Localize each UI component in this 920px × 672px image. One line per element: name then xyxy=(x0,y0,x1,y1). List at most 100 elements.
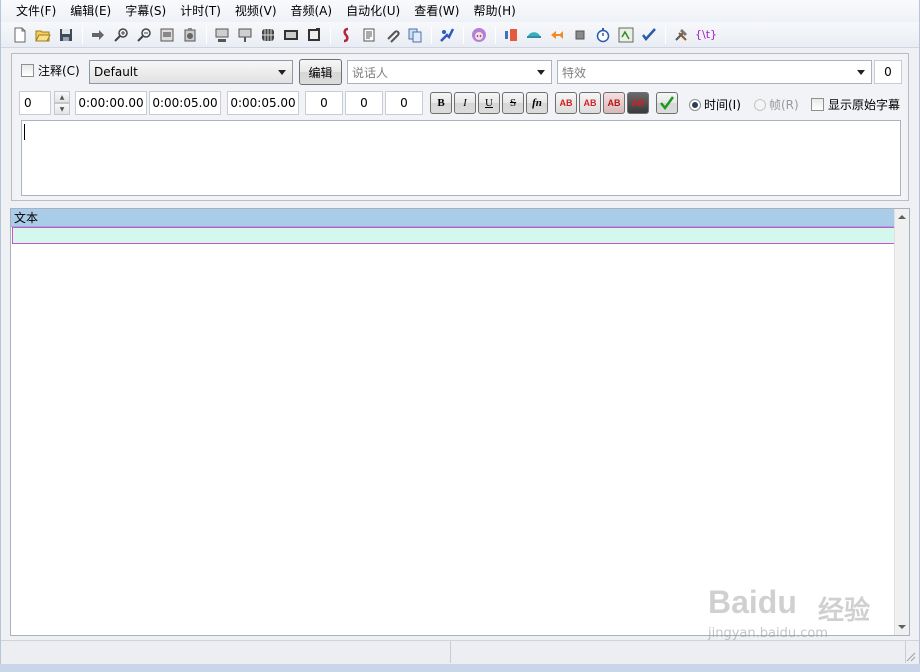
chevron-down-icon xyxy=(857,70,865,75)
menu-audio[interactable]: 音频(A) xyxy=(284,1,340,21)
timing-postprocessor-icon[interactable] xyxy=(592,24,614,46)
comment-checkbox-wrap[interactable]: 注释(C) xyxy=(21,62,80,79)
window-frame-bottom xyxy=(0,664,920,672)
film-icon[interactable] xyxy=(303,24,325,46)
fonts-collector-icon[interactable] xyxy=(404,24,426,46)
time-radio-wrap[interactable]: 时间(I) xyxy=(689,96,741,113)
menu-view[interactable]: 查看(W) xyxy=(407,1,466,21)
frame-radio-wrap[interactable]: 帧(R) xyxy=(754,96,799,113)
status-bar xyxy=(1,640,919,664)
video-details-icon[interactable] xyxy=(280,24,302,46)
shadow-color-button[interactable]: AB xyxy=(627,92,649,114)
layer-spin-input[interactable]: 0 xyxy=(19,91,51,115)
margin-vertical-field[interactable]: 0 xyxy=(385,91,423,115)
end-time-field[interactable]: 0:00:05.00 xyxy=(149,91,221,115)
assistant-avatar-icon[interactable] xyxy=(468,24,490,46)
layer-field[interactable]: 0 xyxy=(874,60,902,84)
video-start-icon[interactable] xyxy=(211,24,233,46)
toolbar-separator xyxy=(82,25,83,44)
translation-assistant-icon[interactable] xyxy=(500,24,522,46)
grid-header-text[interactable]: 文本 xyxy=(11,209,895,227)
styling-assistant-icon[interactable] xyxy=(523,24,545,46)
spin-up-icon[interactable]: ▲ xyxy=(54,91,70,103)
menu-video[interactable]: 视频(V) xyxy=(228,1,284,21)
edit-style-button[interactable]: 编辑 xyxy=(299,59,342,85)
primary-color-button[interactable]: AB xyxy=(555,92,577,114)
properties-icon[interactable] xyxy=(358,24,380,46)
scroll-down-icon[interactable] xyxy=(898,625,906,629)
menu-file[interactable]: 文件(F) xyxy=(9,1,63,21)
jump-to-icon[interactable] xyxy=(87,24,109,46)
strikeout-button[interactable]: S xyxy=(502,92,524,114)
spell-checker-icon[interactable] xyxy=(638,24,660,46)
toolbar-separator xyxy=(206,25,207,44)
zoom-in-icon[interactable] xyxy=(110,24,132,46)
margin-left-field[interactable]: 0 xyxy=(305,91,343,115)
snapshot-clipboard-icon[interactable] xyxy=(179,24,201,46)
bold-button[interactable]: B xyxy=(430,92,452,114)
resample-icon[interactable] xyxy=(546,24,568,46)
snapshot-icon[interactable] xyxy=(156,24,178,46)
new-file-icon[interactable] xyxy=(9,24,31,46)
layer-spinner[interactable]: ▲ ▼ xyxy=(54,91,70,115)
frame-radio[interactable] xyxy=(754,98,766,111)
zoom-out-icon[interactable] xyxy=(133,24,155,46)
status-pane-main xyxy=(1,641,451,663)
style-manager-icon[interactable] xyxy=(335,24,357,46)
duration-field[interactable]: 0:00:05.00 xyxy=(227,91,299,115)
format-buttons: B I U S fn xyxy=(430,92,550,114)
chevron-down-icon xyxy=(278,70,286,75)
open-file-icon[interactable] xyxy=(32,24,54,46)
italic-button[interactable]: I xyxy=(454,92,476,114)
style-select[interactable]: Default xyxy=(89,60,293,84)
frame-radio-label: 帧(R) xyxy=(769,98,799,112)
attachments-icon[interactable] xyxy=(381,24,403,46)
text-caret xyxy=(24,124,25,140)
status-pane-secondary xyxy=(451,641,906,663)
secondary-color-button[interactable]: AB xyxy=(579,92,601,114)
margin-right-field[interactable]: 0 xyxy=(345,91,383,115)
menu-help[interactable]: 帮助(H) xyxy=(466,1,522,21)
menu-automation[interactable]: 自动化(U) xyxy=(339,1,407,21)
table-row[interactable] xyxy=(12,227,895,244)
underline-button[interactable]: U xyxy=(478,92,500,114)
menu-edit[interactable]: 编辑(E) xyxy=(63,1,118,21)
resize-grip-icon[interactable] xyxy=(906,641,918,664)
timing-grid-icon[interactable] xyxy=(257,24,279,46)
actor-placeholder: 说话人 xyxy=(352,65,389,80)
font-button[interactable]: fn xyxy=(526,92,548,114)
lua-tag-icon[interactable]: {\t} xyxy=(693,24,719,46)
save-file-icon[interactable] xyxy=(55,24,77,46)
toolbar: {\t} xyxy=(1,22,919,48)
commit-button[interactable] xyxy=(656,92,678,114)
comment-checkbox[interactable] xyxy=(21,64,34,77)
time-radio-label: 时间(I) xyxy=(704,98,741,112)
toolbar-separator xyxy=(495,25,496,44)
options-icon[interactable] xyxy=(670,24,692,46)
lua-tag-label: {\t} xyxy=(694,28,718,41)
toolbar-separator xyxy=(665,25,666,44)
show-original-wrap[interactable]: 显示原始字幕 xyxy=(811,96,900,113)
scroll-up-icon[interactable] xyxy=(898,215,906,219)
chevron-down-icon xyxy=(537,70,545,75)
outline-color-button[interactable]: AB xyxy=(603,92,625,114)
checkmark-icon xyxy=(660,96,675,111)
actor-select[interactable]: 说话人 xyxy=(347,60,552,84)
menu-timing[interactable]: 计时(T) xyxy=(173,1,228,21)
effect-placeholder: 特效 xyxy=(562,65,587,80)
toolbar-separator xyxy=(330,25,331,44)
stop-icon[interactable] xyxy=(569,24,591,46)
menubar: 文件(F) 编辑(E) 字幕(S) 计时(T) 视频(V) 音频(A) 自动化(… xyxy=(1,0,919,22)
kanji-timer-icon[interactable] xyxy=(615,24,637,46)
effect-select[interactable]: 特效 xyxy=(557,60,872,84)
time-radio[interactable] xyxy=(689,98,701,111)
vertical-scrollbar[interactable] xyxy=(894,209,909,635)
show-original-checkbox[interactable] xyxy=(811,98,824,111)
spin-down-icon[interactable]: ▼ xyxy=(54,103,70,115)
start-time-field[interactable]: 0:00:00.00 xyxy=(75,91,147,115)
menu-subtitle[interactable]: 字幕(S) xyxy=(118,1,173,21)
video-end-icon[interactable] xyxy=(234,24,256,46)
subtitle-text-editor[interactable] xyxy=(21,120,901,196)
automation-icon[interactable] xyxy=(436,24,458,46)
toolbar-separator xyxy=(463,25,464,44)
